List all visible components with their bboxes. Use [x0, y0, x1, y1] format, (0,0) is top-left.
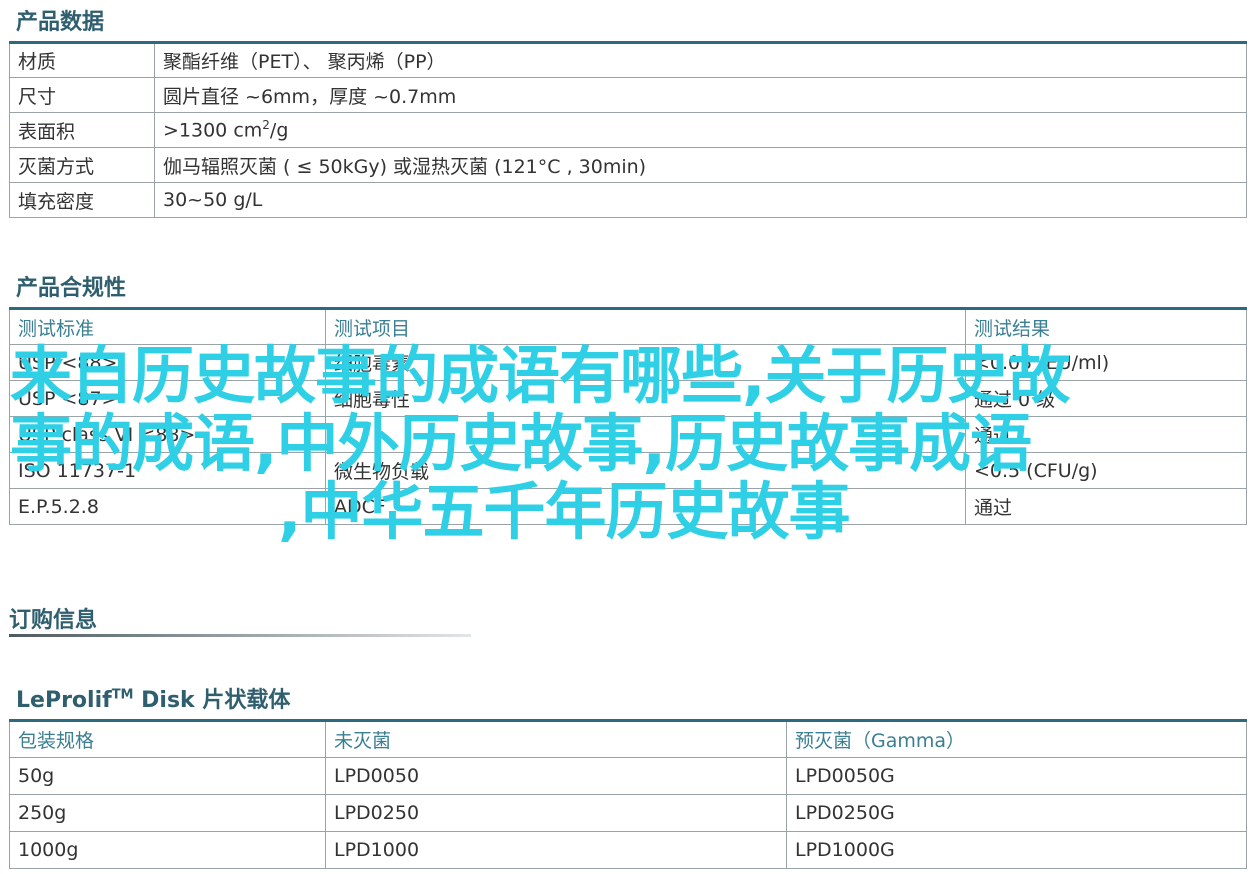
spec-key: 填充密度: [9, 182, 155, 218]
column-header: 包装规格: [9, 719, 326, 758]
table-cell: 250g: [9, 794, 326, 832]
table-row: 50g LPD0050 LPD0050G: [9, 757, 1247, 795]
product-name-suffix: Disk 片状载体: [133, 688, 291, 713]
spec-value: 聚酯纤维（PET）、 聚丙烯（PP）: [154, 41, 1247, 78]
spec-key: 灭菌方式: [9, 147, 155, 183]
watermark-line: 来自历史故事的成语有哪些,关于历史故: [10, 339, 1071, 412]
spec-key: 材质: [9, 41, 155, 78]
table-cell: 50g: [9, 757, 326, 795]
spec-key: 表面积: [9, 112, 155, 148]
trademark-mark: TM: [111, 687, 134, 703]
table-row: 1000g LPD1000 LPD1000G: [9, 831, 1247, 869]
order-table: 包装规格 未灭菌 预灭菌（Gamma） 50g LPD0050 LPD0050G…: [9, 719, 1247, 869]
spec-value: 圆片直径 ~6mm，厚度 ~0.7mm: [154, 77, 1247, 113]
table-cell: 1000g: [9, 831, 326, 869]
product-name-heading: LeProlifTM Disk 片状载体: [16, 682, 290, 714]
table-cell: LPD0050: [325, 757, 787, 795]
column-header: 预灭菌（Gamma）: [786, 719, 1247, 758]
table-cell: LPD0250G: [786, 794, 1247, 832]
table-row: 填充密度 30~50 g/L: [9, 182, 1247, 218]
table-row: 灭菌方式 伽马辐照灭菌 ( ≤ 50kGy) 或湿热灭菌 (121°C , 30…: [9, 147, 1247, 183]
spec-key: 尺寸: [9, 77, 155, 113]
surface-area-exponent: 2: [262, 118, 270, 133]
surface-area-value: >1300 cm: [163, 119, 263, 142]
overlay-watermark-text: 来自历史故事的成语有哪些,关于历史故 事的成语,中外历史故事,历史故事成语 ,中…: [10, 342, 1220, 546]
order-info-divider: [9, 634, 471, 637]
table-cell: LPD1000G: [786, 831, 1247, 869]
table-row: 250g LPD0250 LPD0250G: [9, 794, 1247, 832]
product-data-title: 产品数据: [16, 10, 105, 35]
table-cell: LPD0250: [325, 794, 787, 832]
order-info-title: 订购信息: [9, 608, 98, 633]
surface-area-unit: /g: [269, 119, 289, 142]
table-row: 尺寸 圆片直径 ~6mm，厚度 ~0.7mm: [9, 77, 1247, 113]
table-row: 表面积 >1300 cm2/g: [9, 112, 1247, 148]
watermark-line: ,中华五千年历史故事: [278, 475, 851, 548]
table-cell: LPD0050G: [786, 757, 1247, 795]
table-header-row: 包装规格 未灭菌 预灭菌（Gamma）: [9, 719, 1247, 758]
column-header: 未灭菌: [325, 719, 787, 758]
watermark-line: 事的成语,中外历史故事,历史故事成语: [10, 407, 1032, 480]
table-cell: LPD1000: [325, 831, 787, 869]
spec-value: 伽马辐照灭菌 ( ≤ 50kGy) 或湿热灭菌 (121°C , 30min): [154, 147, 1247, 183]
spec-value-surface-area: >1300 cm2/g: [154, 112, 1247, 148]
compliance-title: 产品合规性: [16, 276, 127, 301]
product-data-table: 材质 聚酯纤维（PET）、 聚丙烯（PP） 尺寸 圆片直径 ~6mm，厚度 ~0…: [9, 41, 1247, 218]
spec-value: 30~50 g/L: [154, 182, 1247, 218]
table-row: 材质 聚酯纤维（PET）、 聚丙烯（PP）: [9, 41, 1247, 78]
product-name: LeProlif: [16, 688, 112, 713]
